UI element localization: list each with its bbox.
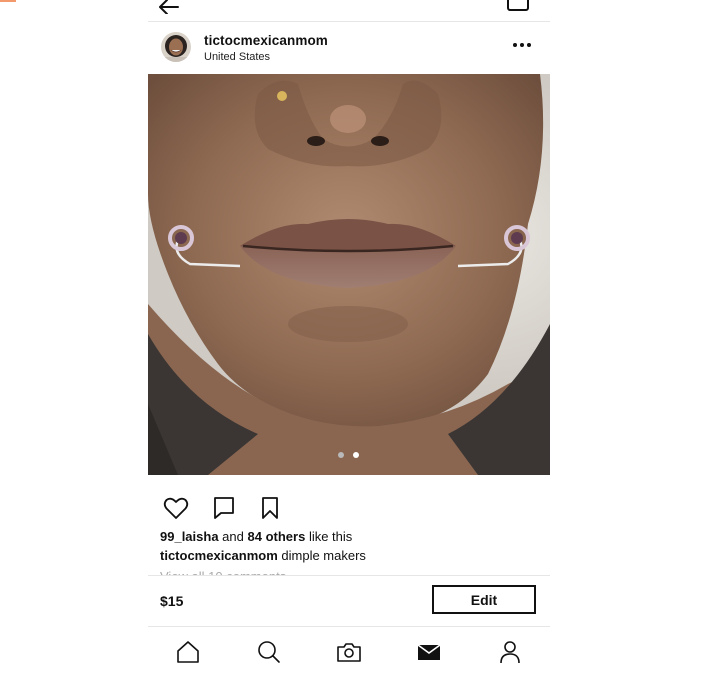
app-screen: tictocmexicanmom United States 99_laisha…: [148, 0, 550, 677]
avatar-image: [161, 32, 191, 62]
price-label: $15: [160, 593, 184, 609]
post-header: tictocmexicanmom United States: [148, 22, 550, 74]
comment-button[interactable]: [210, 494, 238, 522]
comment-icon: [214, 497, 234, 519]
avatar[interactable]: [161, 32, 191, 62]
tv-button[interactable]: [504, 0, 532, 12]
sale-bar: $15 Edit: [148, 575, 550, 627]
more-options-button[interactable]: [510, 38, 534, 50]
tab-messages[interactable]: [415, 638, 443, 666]
likes-summary: 99_laisha and 84 others like this: [160, 529, 352, 544]
arrow-left-icon: [159, 0, 179, 15]
liker-username[interactable]: 99_laisha: [160, 529, 219, 544]
top-bar: [148, 0, 550, 22]
heart-icon: [163, 497, 189, 519]
post-photo[interactable]: [148, 74, 550, 475]
search-icon: [258, 641, 280, 663]
tv-icon: [507, 0, 529, 11]
like-button[interactable]: [162, 494, 190, 522]
tab-camera[interactable]: [335, 638, 363, 666]
tab-search[interactable]: [255, 638, 283, 666]
likes-and-text: and: [222, 529, 244, 544]
post-caption: tictocmexicanmom dimple makers: [160, 548, 366, 563]
carousel-dot-2-active[interactable]: [353, 452, 359, 458]
caption-text: dimple makers: [281, 548, 366, 563]
bookmark-icon: [262, 497, 278, 519]
edit-button[interactable]: Edit: [432, 585, 536, 614]
bottom-tab-bar: [148, 626, 550, 677]
likes-suffix-text: like this: [308, 529, 353, 544]
post-actions: [148, 494, 550, 524]
view-comments-link[interactable]: View all 10 comments: [160, 567, 286, 575]
mail-icon: [417, 644, 441, 660]
tab-profile[interactable]: [496, 638, 524, 666]
post-location[interactable]: United States: [204, 51, 270, 63]
caption-username[interactable]: tictocmexicanmom: [160, 548, 278, 563]
profile-icon: [500, 641, 520, 664]
back-button[interactable]: [156, 0, 182, 15]
carousel-indicator: [148, 452, 550, 460]
tab-home[interactable]: [174, 638, 202, 666]
post-image: [148, 74, 550, 475]
corner-accent-mark: [0, 0, 16, 2]
likes-others-link[interactable]: 84 others: [248, 529, 306, 544]
home-icon: [177, 641, 199, 663]
bookmark-button[interactable]: [256, 494, 284, 522]
camera-icon: [337, 643, 361, 662]
more-horizontal-icon: [513, 43, 531, 47]
post-username[interactable]: tictocmexicanmom: [204, 33, 328, 48]
carousel-dot-1[interactable]: [338, 452, 344, 458]
